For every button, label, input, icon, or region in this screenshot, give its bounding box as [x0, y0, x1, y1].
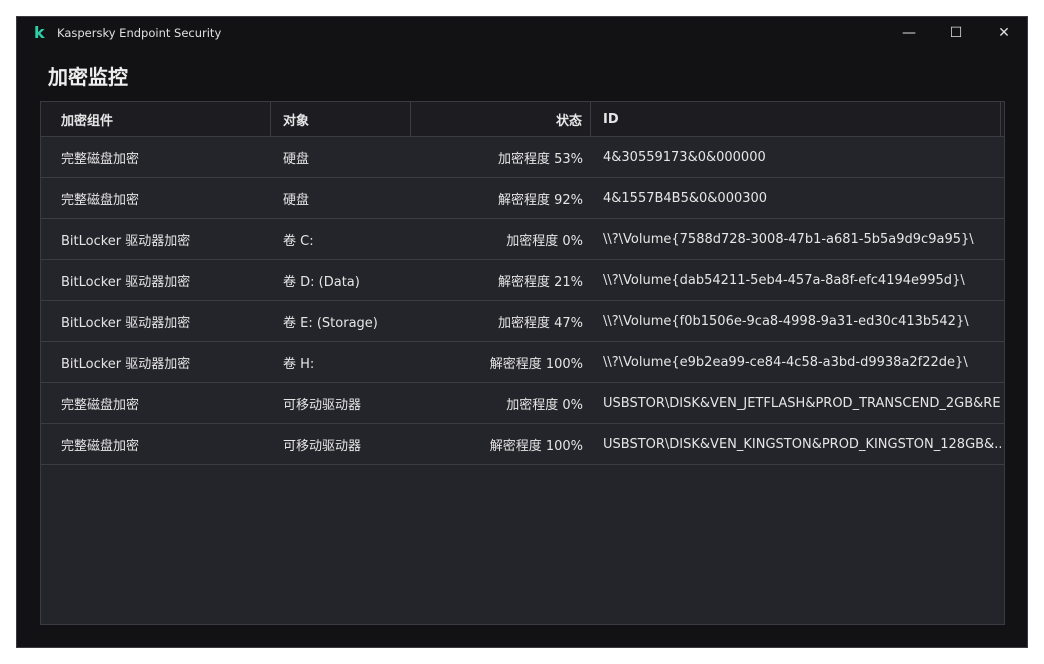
table-header: 加密组件 对象 状态 ID — [41, 102, 1004, 137]
cell-object: 硬盘 — [271, 178, 411, 218]
cell-component: 完整磁盘加密 — [41, 424, 271, 464]
encryption-table: 加密组件 对象 状态 ID 完整磁盘加密硬盘加密程度 53%4&30559173… — [40, 101, 1005, 625]
column-header-component[interactable]: 加密组件 — [41, 102, 271, 136]
cell-component: BitLocker 驱动器加密 — [41, 260, 271, 300]
cell-component: BitLocker 驱动器加密 — [41, 301, 271, 341]
cell-status: 加密程度 53% — [411, 137, 591, 177]
cell-id: USBSTOR\DISK&VEN_KINGSTON&PROD_KINGSTON_… — [591, 424, 1001, 464]
app-title: Kaspersky Endpoint Security — [57, 26, 221, 40]
table-row[interactable]: 完整磁盘加密可移动驱动器加密程度 0%USBSTOR\DISK&VEN_JETF… — [41, 383, 1004, 424]
cell-status: 加密程度 0% — [411, 383, 591, 423]
column-header-object[interactable]: 对象 — [271, 102, 411, 136]
cell-status: 解密程度 92% — [411, 178, 591, 218]
minimize-button[interactable]: — — [887, 21, 931, 45]
cell-object: 可移动驱动器 — [271, 383, 411, 423]
cell-component: BitLocker 驱动器加密 — [41, 219, 271, 259]
cell-id: 4&30559173&0&000000 — [591, 137, 1001, 177]
cell-object: 卷 E: (Storage) — [271, 301, 411, 341]
cell-object: 卷 C: — [271, 219, 411, 259]
cell-id: \\?\Volume{f0b1506e-9ca8-4998-9a31-ed30c… — [591, 301, 1001, 341]
table-row[interactable]: 完整磁盘加密硬盘解密程度 92%4&1557B4B5&0&000300 — [41, 178, 1004, 219]
table-row[interactable]: 完整磁盘加密可移动驱动器解密程度 100%USBSTOR\DISK&VEN_KI… — [41, 424, 1004, 465]
cell-status: 解密程度 100% — [411, 424, 591, 464]
cell-object: 可移动驱动器 — [271, 424, 411, 464]
cell-status: 解密程度 100% — [411, 342, 591, 382]
cell-id: \\?\Volume{dab54211-5eb4-457a-8a8f-efc41… — [591, 260, 1001, 300]
cell-component: 完整磁盘加密 — [41, 383, 271, 423]
cell-component: BitLocker 驱动器加密 — [41, 342, 271, 382]
table-row[interactable]: 完整磁盘加密硬盘加密程度 53%4&30559173&0&000000 — [41, 137, 1004, 178]
cell-id: 4&1557B4B5&0&000300 — [591, 178, 1001, 218]
table-row[interactable]: BitLocker 驱动器加密卷 H:解密程度 100%\\?\Volume{e… — [41, 342, 1004, 383]
cell-id: \\?\Volume{e9b2ea99-ce84-4c58-a3bd-d9938… — [591, 342, 1001, 382]
table-row[interactable]: BitLocker 驱动器加密卷 D: (Data)解密程度 21%\\?\Vo… — [41, 260, 1004, 301]
title-bar: k Kaspersky Endpoint Security — ☐ ✕ — [17, 17, 1027, 49]
column-header-id[interactable]: ID — [591, 102, 1001, 136]
close-button[interactable]: ✕ — [982, 21, 1026, 45]
cell-id: \\?\Volume{7588d728-3008-47b1-a681-5b5a9… — [591, 219, 1001, 259]
column-header-status[interactable]: 状态 — [411, 102, 591, 136]
cell-component: 完整磁盘加密 — [41, 137, 271, 177]
cell-object: 硬盘 — [271, 137, 411, 177]
app-window: k Kaspersky Endpoint Security — ☐ ✕ 加密监控… — [16, 16, 1028, 648]
kaspersky-logo-icon: k — [34, 25, 48, 41]
maximize-button[interactable]: ☐ — [934, 21, 978, 45]
cell-id: USBSTOR\DISK&VEN_JETFLASH&PROD_TRANSCEND… — [591, 383, 1001, 423]
table-row[interactable]: BitLocker 驱动器加密卷 E: (Storage)加密程度 47%\\?… — [41, 301, 1004, 342]
cell-object: 卷 D: (Data) — [271, 260, 411, 300]
table-row[interactable]: BitLocker 驱动器加密卷 C:加密程度 0%\\?\Volume{758… — [41, 219, 1004, 260]
cell-status: 加密程度 47% — [411, 301, 591, 341]
page-title: 加密监控 — [48, 61, 128, 90]
cell-component: 完整磁盘加密 — [41, 178, 271, 218]
cell-object: 卷 H: — [271, 342, 411, 382]
cell-status: 解密程度 21% — [411, 260, 591, 300]
cell-status: 加密程度 0% — [411, 219, 591, 259]
